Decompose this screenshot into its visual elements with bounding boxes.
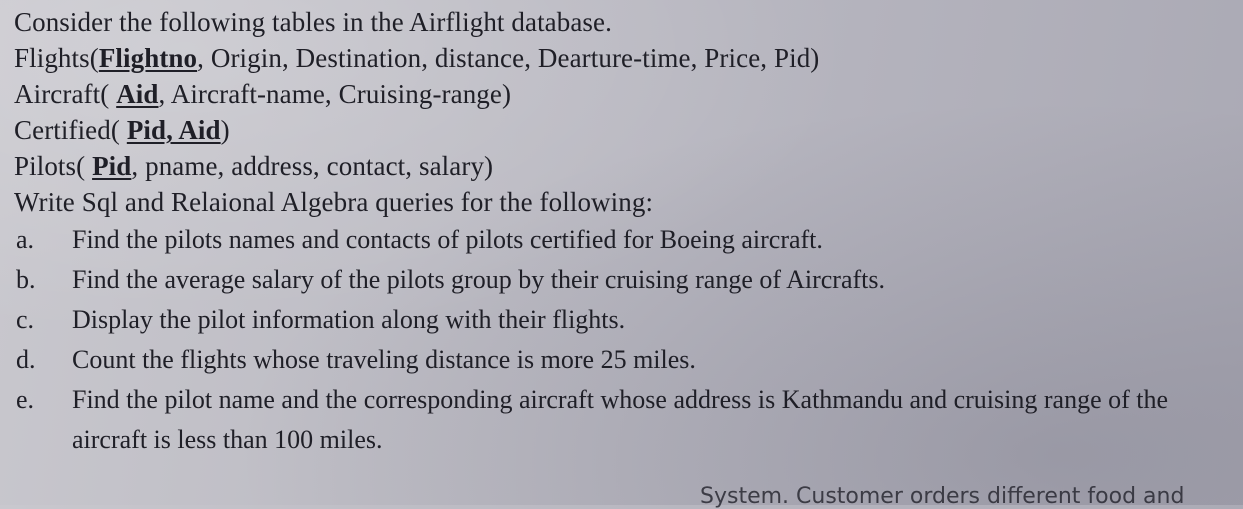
question-b: b. Find the average salary of the pilots… [14, 260, 1239, 300]
intro-line: Consider the following tables in the Air… [14, 7, 612, 37]
table-pilots: Pilots( Pid, pname, address, contact, sa… [14, 148, 1239, 184]
table-name: Certified( [14, 115, 127, 145]
question-text: Find the pilot name and the correspondin… [72, 385, 1169, 454]
table-certified: Certified( Pid, Aid) [14, 112, 1239, 148]
instruction-line: Write Sql and Relaional Algebra queries … [14, 187, 654, 217]
table-columns: , Origin, Destination, distance, Deartur… [197, 43, 820, 73]
table-name: Aircraft( [14, 79, 117, 109]
table-aircraft: Aircraft( Aid, Aircraft-name, Cruising-r… [14, 76, 1239, 112]
table-columns: ) [220, 115, 230, 145]
document-body: Consider the following tables in the Air… [14, 4, 1239, 462]
cutoff-next-question: System. Customer orders different food a… [700, 484, 1185, 509]
question-letter: c. [16, 305, 35, 334]
question-text: Find the pilots names and contacts of pi… [72, 225, 823, 254]
question-text: Count the flights whose traveling distan… [72, 345, 696, 374]
table-columns: , pname, address, contact, salary) [131, 151, 494, 181]
question-letter: e. [16, 385, 35, 414]
primary-key: Aid [116, 79, 159, 109]
primary-key: Pid, Aid [126, 115, 221, 145]
question-letter: a. [16, 225, 35, 254]
question-text: Display the pilot information along with… [72, 305, 626, 334]
table-name: Pilots( [14, 151, 93, 181]
table-columns: , Aircraft-name, Cruising-range) [158, 79, 512, 109]
table-flights: Flights(Flightno, Origin, Destination, d… [14, 40, 1239, 76]
primary-key: Pid [92, 151, 132, 181]
question-letter: d. [16, 345, 36, 374]
question-a: a. Find the pilots names and contacts of… [14, 220, 1239, 260]
question-c: c. Display the pilot information along w… [14, 300, 1239, 340]
table-name: Flights( [14, 43, 99, 73]
question-text: Find the average salary of the pilots gr… [72, 265, 885, 294]
question-d: d. Count the flights whose traveling dis… [14, 340, 1239, 380]
primary-key: Flightno [98, 43, 198, 73]
question-letter: b. [16, 265, 36, 294]
question-e: e. Find the pilot name and the correspon… [14, 380, 1239, 462]
